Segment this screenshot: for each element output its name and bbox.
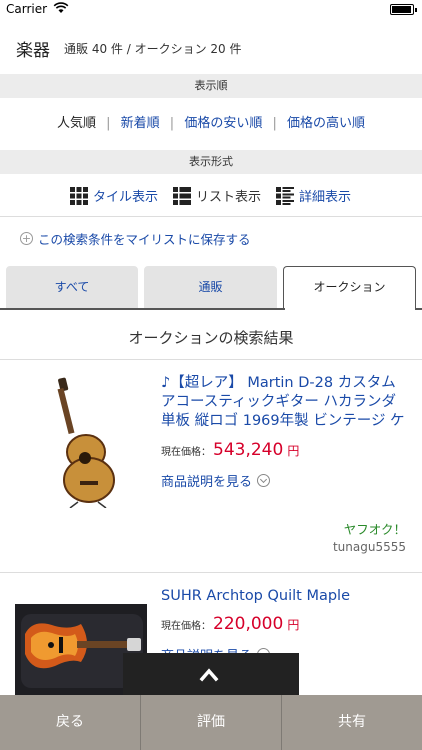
sort-option-popular[interactable]: 人気順: [57, 98, 96, 150]
chevron-up-icon: [199, 668, 219, 682]
back-button[interactable]: 戻る: [0, 695, 141, 750]
tab-shopping[interactable]: 通販: [144, 266, 277, 308]
scroll-to-top-button[interactable]: [123, 653, 299, 695]
plus-circle-icon: +: [20, 232, 33, 245]
view-option-tile-label: タイル表示: [93, 190, 159, 205]
rate-button[interactable]: 評価: [141, 695, 282, 750]
view-option-list[interactable]: リスト表示: [173, 186, 261, 205]
source-tabs: すべて 通販 オークション: [0, 266, 422, 310]
view-section-header: 表示形式: [0, 150, 422, 174]
seller-name: tunagu5555: [332, 540, 406, 554]
sort-options: 人気順 | 新着順 | 価格の安い順 | 価格の高い順: [0, 98, 422, 150]
detail-list-icon: [276, 186, 294, 205]
item-title[interactable]: SUHR Archtop Quilt Maple: [161, 587, 410, 606]
sort-separator: |: [106, 116, 111, 131]
status-bar: Carrier: [0, 0, 422, 20]
sort-separator: |: [272, 116, 277, 131]
save-search-link[interactable]: + この検索条件をマイリストに保存する: [20, 229, 251, 248]
auction-site-label: ヤフオク！: [343, 522, 406, 537]
tab-auction[interactable]: オークション: [283, 266, 416, 310]
tab-all[interactable]: すべて: [6, 266, 138, 308]
divider: [0, 216, 422, 217]
view-options: タイル表示 リスト表示 詳細表示: [0, 174, 422, 216]
price-currency: 円: [287, 618, 300, 632]
header: 楽器 通販 40 件 / オークション 20 件: [0, 20, 422, 74]
share-button[interactable]: 共有: [282, 695, 422, 750]
view-option-detail[interactable]: 詳細表示: [276, 186, 351, 205]
view-option-tile[interactable]: タイル表示: [70, 186, 158, 205]
tile-grid-icon: [70, 186, 88, 205]
price-value: 543,240: [213, 440, 284, 460]
price-currency: 円: [287, 444, 300, 458]
price-label: 現在価格：: [161, 621, 211, 632]
price-row: 現在価格： 543,240 円: [161, 440, 299, 460]
carrier-label: Carrier: [6, 2, 48, 16]
results-title: オークションの検索結果: [128, 329, 294, 347]
sort-section-header: 表示順: [0, 74, 422, 98]
bottom-toolbar: 戻る 評価 共有: [0, 695, 422, 750]
result-counts: 通販 40 件 / オークション 20 件: [64, 42, 242, 56]
list-icon: [173, 186, 191, 205]
price-label: 現在価格：: [161, 447, 211, 458]
description-link[interactable]: 商品説明を見る: [161, 471, 271, 490]
view-option-list-label: リスト表示: [196, 190, 262, 205]
price-row: 現在価格： 220,000 円: [161, 614, 299, 634]
chevron-down-icon: [257, 474, 271, 487]
sort-separator: |: [169, 116, 175, 131]
sort-option-newest[interactable]: 新着順: [121, 98, 160, 150]
app-screen: Carrier 楽器 通販 40 件 / オークション 20 件 表示順 人気順…: [0, 0, 422, 750]
save-search-label: この検索条件をマイリストに保存する: [38, 232, 251, 247]
view-option-detail-label: 詳細表示: [299, 190, 352, 205]
active-tab-gap: [284, 307, 415, 310]
battery-icon: [390, 4, 417, 15]
sort-option-price-low[interactable]: 価格の安い順: [184, 98, 262, 150]
list-item[interactable]: ♪【超レア】 Martin D-28 カスタム アコースティックギター ハカラン…: [0, 360, 422, 572]
sort-option-price-high[interactable]: 価格の高い順: [287, 98, 365, 150]
guitar-thumbnail: [30, 374, 130, 508]
wifi-icon: [53, 2, 69, 13]
category-title: 楽器: [16, 41, 50, 61]
description-link-label: 商品説明を見る: [161, 475, 253, 490]
price-value: 220,000: [213, 614, 284, 634]
item-title[interactable]: ♪【超レア】 Martin D-28 カスタム アコースティックギター ハカラン…: [161, 374, 410, 431]
